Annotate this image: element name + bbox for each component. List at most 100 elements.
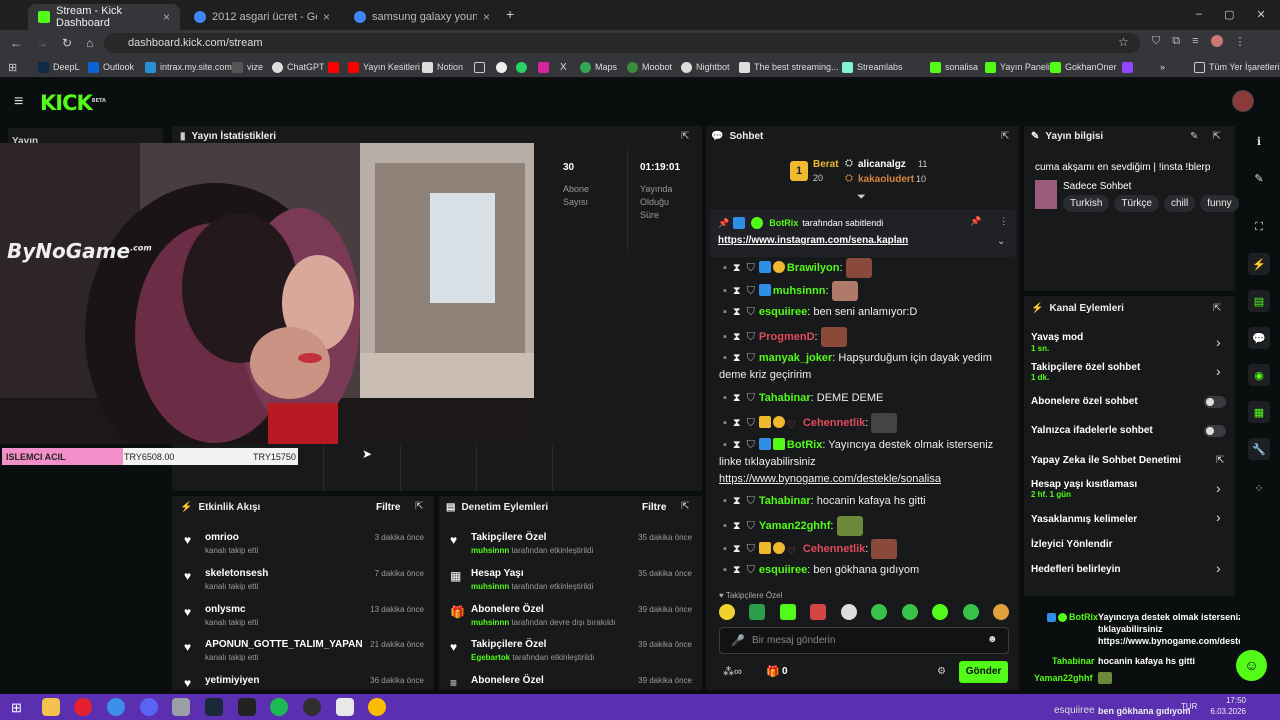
chat-message[interactable]: ▪ ⧗ ⛉ Tahabinar: DEME DEME — [719, 390, 1015, 407]
tab-kick-dashboard[interactable]: Stream - Kick Dashboard × — [28, 4, 180, 30]
opera-icon[interactable] — [74, 698, 92, 716]
close-tab-icon[interactable]: × — [323, 10, 330, 24]
avatar[interactable] — [1232, 90, 1254, 112]
bookmark-youtube[interactable] — [328, 58, 339, 76]
shield-icon[interactable]: ⛉ — [747, 352, 755, 364]
emoji-picker-icon[interactable]: ☻ — [987, 634, 998, 645]
shield-icon[interactable]: ⛉ — [1152, 35, 1160, 48]
bookmark-vize[interactable]: vize — [232, 58, 263, 76]
home-icon[interactable]: ⌂ — [86, 36, 93, 50]
bookmark-yayin-paneli[interactable]: Yayın Paneli — [985, 58, 1050, 76]
emote-icon[interactable] — [749, 604, 766, 620]
slow-mode-chevron-icon[interactable]: › — [1216, 334, 1221, 350]
shield-icon[interactable]: ⛉ — [747, 564, 755, 576]
popout-icon[interactable]: ⇱ — [1212, 131, 1220, 142]
chat-username[interactable]: Brawilyon — [787, 262, 840, 274]
shield-icon[interactable]: ⛉ — [747, 285, 755, 297]
close-window-icon[interactable]: ✕ — [1257, 8, 1266, 21]
bookmark-deepl[interactable]: DeepL — [38, 58, 80, 76]
bookmark-all[interactable]: Tüm Yer İşaretleri — [1194, 58, 1280, 76]
epic-games-icon[interactable] — [238, 698, 256, 716]
chat-message[interactable]: ▪ ⧗ ⛉ ♡ Cehennetlik: — [719, 413, 1015, 433]
emote-icon[interactable] — [779, 604, 796, 620]
file-explorer-icon[interactable] — [42, 698, 60, 716]
apps-grid-icon[interactable]: ⊞ — [8, 61, 17, 74]
activity-user[interactable]: onlysmc — [205, 604, 246, 615]
quick-action-layout-icon[interactable]: ▦ — [1248, 401, 1270, 423]
timeout-icon[interactable]: ⧗ — [733, 564, 741, 576]
bookmark-twitch[interactable] — [1122, 58, 1133, 76]
tag[interactable]: funny — [1200, 195, 1239, 212]
steam-icon[interactable] — [205, 698, 223, 716]
timeout-icon[interactable]: ⧗ — [733, 439, 741, 451]
kick-logo[interactable]: KICKBETA — [40, 91, 106, 115]
clock-time[interactable]: 17:50 — [1214, 696, 1246, 705]
shield-icon[interactable]: ⛉ — [747, 417, 755, 429]
activity-user[interactable]: omrioo — [205, 532, 239, 543]
bookmark-instagram[interactable] — [538, 58, 549, 76]
forward-icon[interactable]: → — [36, 36, 48, 50]
bookmark-outlook[interactable]: Outlook — [88, 58, 134, 76]
tab-google-2[interactable]: samsung galaxy young - Goog × — [344, 4, 500, 30]
emote-icon[interactable] — [871, 604, 888, 620]
emote-only-toggle[interactable] — [1204, 425, 1226, 437]
account-age-chevron-icon[interactable]: › — [1216, 480, 1221, 496]
send-button[interactable]: Gönder — [959, 661, 1008, 683]
chat-message[interactable]: ▪ ⧗ ⛉ manyak_joker: Hapşurduğum için dayak … — [719, 350, 1015, 384]
emote-icon[interactable] — [810, 604, 827, 620]
popout-icon[interactable]: ⇱ — [1213, 303, 1221, 314]
bookmark-chatgpt[interactable]: ChatGPT — [272, 58, 325, 76]
browser-icon[interactable] — [107, 698, 125, 716]
bookmark-gokhanoner[interactable]: GokhanOner — [1050, 58, 1117, 76]
clock-date[interactable]: 6.03.2026 — [1204, 707, 1246, 716]
bookmark-intrax[interactable]: intrax.my.site.com — [145, 58, 232, 76]
chat-message[interactable]: ▪ ⧗ ⛉ BotRix: Yayıncıya destek olmak isters… — [719, 437, 1015, 488]
chat-message[interactable]: ▪ ⧗ ⛉ ♡ Cehennetlik: — [719, 539, 1015, 559]
bookmark-google[interactable] — [496, 58, 507, 76]
moderation-item[interactable]: ▦ Hesap Yaşı muhsinnn tarafından etkinle… — [439, 567, 702, 599]
shield-icon[interactable]: ⛉ — [747, 520, 755, 532]
app-icon[interactable] — [336, 698, 354, 716]
banned-words-chevron-icon[interactable]: › — [1216, 509, 1221, 525]
shield-icon[interactable]: ⛉ — [747, 495, 755, 507]
bookmark-moobot[interactable]: Moobot — [627, 58, 672, 76]
chat-message[interactable]: ▪ ⧗ ⛉ ProgmenD: — [719, 327, 1015, 347]
moderation-item[interactable]: ♥ Takipçilere Özel Egebartok tarafından … — [439, 638, 702, 670]
external-link-icon[interactable]: ⇱ — [1216, 455, 1224, 466]
shield-icon[interactable]: ⛉ — [747, 439, 755, 451]
emote-icon[interactable] — [719, 604, 735, 620]
more-apps-icon[interactable]: ⁘ — [1248, 477, 1270, 499]
close-tab-icon[interactable]: × — [163, 10, 170, 24]
activity-filter-button[interactable]: Filtre — [376, 502, 400, 513]
tag[interactable]: chill — [1163, 195, 1196, 212]
timeout-icon[interactable]: ⧗ — [733, 285, 741, 297]
profile-icon[interactable] — [1210, 35, 1223, 47]
chat-message[interactable]: ▪ ⧗ ⛉ Brawilyon: — [719, 258, 1015, 278]
top-gifter-3-name[interactable]: kakaoludert — [858, 174, 914, 185]
shield-icon[interactable]: ⛉ — [747, 331, 755, 343]
back-icon[interactable]: ← — [10, 36, 22, 50]
emote-icon[interactable] — [992, 604, 1009, 620]
quick-action-doc-icon[interactable]: ▤ — [1248, 290, 1270, 312]
chat-message[interactable]: ▪ ⧗ ⛉ Tahabinar: hocanin kafaya hs gitti — [719, 493, 1015, 510]
bookmarks-overflow-icon[interactable]: » — [1160, 58, 1165, 76]
shield-icon[interactable]: ⛉ — [747, 306, 755, 318]
timeout-icon[interactable]: ⧗ — [733, 495, 741, 507]
moderation-item[interactable]: ♥ Takipçilere Özel muhsinnn tarafından e… — [439, 531, 702, 563]
mic-icon[interactable]: 🎤 — [731, 634, 745, 647]
app-icon[interactable] — [172, 698, 190, 716]
chat-username[interactable]: Cehennetlik — [803, 417, 865, 429]
maximize-icon[interactable]: ▢ — [1224, 8, 1234, 21]
bookmark-maps[interactable]: Maps — [580, 58, 617, 76]
reload-icon[interactable]: ↻ — [62, 36, 72, 50]
top-gifter-1-name[interactable]: Berat — [813, 159, 839, 170]
bookmark-notion[interactable]: Notion — [422, 58, 463, 76]
bookmark-folder-icon[interactable] — [474, 58, 485, 76]
timeout-icon[interactable]: ⧗ — [733, 392, 741, 404]
activity-item[interactable]: ♥ APONUN_GOTTE_TALIM_YAPAN kanalı takip … — [172, 638, 434, 670]
timeout-icon[interactable]: ⧗ — [733, 417, 741, 429]
quick-action-bolt-icon[interactable]: ⚡ — [1248, 253, 1270, 275]
activity-user[interactable]: skeletonsesh — [205, 568, 268, 579]
extensions-icon[interactable]: ⧉ — [1172, 35, 1180, 48]
bookmark-sonalisa[interactable]: sonalisa — [930, 58, 978, 76]
